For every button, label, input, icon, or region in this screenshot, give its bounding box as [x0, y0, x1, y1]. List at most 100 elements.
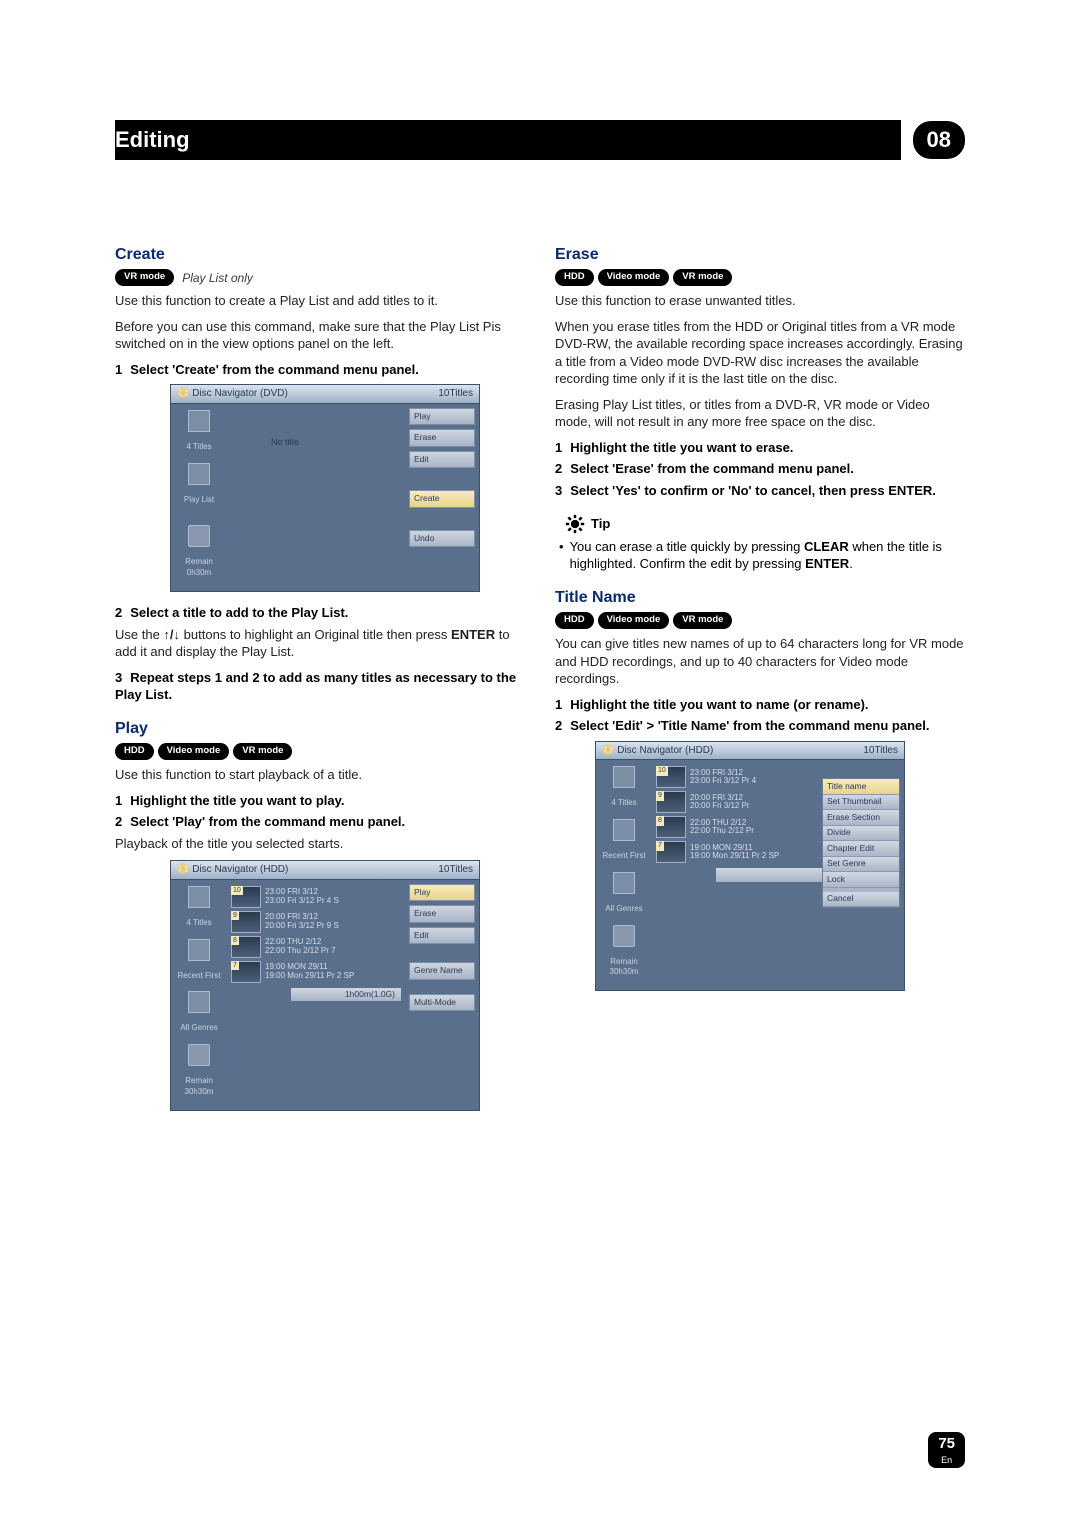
create-badges: VR mode Play List only: [115, 269, 525, 286]
disc-mode-icon: [188, 525, 210, 547]
cm-set-genre[interactable]: Set Genre: [823, 857, 899, 872]
tip-label: Tip: [591, 515, 610, 533]
list-item[interactable]: 920:00 FRI 3/1220:00 Fri 3/12 Pr 9 S: [231, 911, 405, 933]
badge-video-mode: Video mode: [598, 612, 670, 629]
create-p1: Use this function to create a Play List …: [115, 292, 525, 310]
section-play-title: Play: [115, 718, 525, 740]
erase-p3: Erasing Play List titles, or titles from…: [555, 396, 965, 431]
section-titlename-title: Title Name: [555, 587, 965, 609]
create-p2: Before you can use this command, make su…: [115, 318, 525, 353]
badge-vr-mode: VR mode: [233, 743, 292, 760]
sidebar-remain: Remain 0h30m: [185, 557, 213, 579]
osd-title-count: 10Titles: [438, 387, 473, 401]
section-create-title: Create: [115, 244, 525, 266]
genres-icon: [613, 872, 635, 894]
sort-icon: [613, 819, 635, 841]
osd-sidebar: 4 Titles Play List Remain 0h30m: [171, 404, 227, 585]
badge-video-mode: Video mode: [598, 269, 670, 286]
gear-icon: [565, 514, 585, 534]
create-step-2-body: Use the ↑/↓ buttons to highlight an Orig…: [115, 626, 525, 661]
titles-icon: [613, 766, 635, 788]
page-title: Editing: [115, 120, 901, 160]
sidebar-genres: All Genres: [180, 1023, 217, 1034]
sidebar-titles: 4 Titles: [186, 918, 211, 929]
menu-erase[interactable]: Erase: [409, 905, 475, 922]
menu-multi-mode[interactable]: Multi-Mode: [409, 994, 475, 1011]
menu-erase[interactable]: Erase: [409, 429, 475, 446]
sidebar-remain: Remain 30h30m: [610, 957, 639, 979]
cm-title-name[interactable]: Title name: [823, 779, 899, 794]
menu-edit[interactable]: Edit: [409, 927, 475, 944]
play-step-2: 2Select 'Play' from the command menu pan…: [115, 813, 525, 831]
cm-set-thumbnail[interactable]: Set Thumbnail: [823, 795, 899, 810]
erase-step-1: 1Highlight the title you want to erase.: [555, 439, 965, 457]
page-number: 75 En: [928, 1432, 965, 1468]
menu-play[interactable]: Play: [409, 408, 475, 425]
cm-divide[interactable]: Divide: [823, 826, 899, 841]
create-step-1: 1Select 'Create' from the command menu p…: [115, 361, 525, 379]
sidebar-titles: 4 Titles: [186, 442, 211, 453]
create-step-3: 3Repeat steps 1 and 2 to add as many tit…: [115, 669, 525, 704]
osd-sidebar: 4 Titles Recent First All Genres Remain …: [171, 880, 227, 1104]
badge-vr-mode: VR mode: [115, 269, 174, 286]
edit-context-menu: Title name Set Thumbnail Erase Section D…: [822, 778, 900, 908]
osd-sidebar: 4 Titles Recent First All Genres Remain …: [596, 760, 652, 984]
sidebar-genres: All Genres: [605, 904, 642, 915]
play-step-1: 1Highlight the title you want to play.: [115, 792, 525, 810]
list-item[interactable]: 719:00 MON 29/1119:00 Mon 29/11 Pr 2 SP: [231, 961, 405, 983]
osd-title-list: 1023:00 FRI 3/1223:00 Fri 3/12 Pr 4 920:…: [652, 760, 904, 984]
left-column: Create VR mode Play List only Use this f…: [115, 230, 525, 1123]
tip-bullet: • You can erase a title quickly by press…: [559, 538, 965, 573]
up-down-arrow-icon: ↑/↓: [163, 627, 180, 642]
menu-play[interactable]: Play: [409, 884, 475, 901]
titlename-step-2: 2Select 'Edit' > 'Title Name' from the c…: [555, 717, 965, 735]
chapter-number: 08: [913, 121, 965, 159]
play-p1: Use this function to start playback of a…: [115, 766, 525, 784]
menu-edit[interactable]: Edit: [409, 451, 475, 468]
osd-title-count: 10Titles: [863, 744, 898, 758]
osd-command-menu: Play Erase Edit Genre Name Multi-Mode: [409, 880, 479, 1104]
titles-icon: [188, 886, 210, 908]
osd-disc-navigator-hdd-edit: 📀 Disc Navigator (HDD) 10Titles 4 Titles…: [595, 741, 905, 991]
osd-disc-navigator-dvd: 📀 Disc Navigator (DVD) 10Titles 4 Titles…: [170, 384, 480, 592]
osd-title-label: 📀 Disc Navigator (DVD): [177, 387, 288, 401]
osd-title-list: 1023:00 FRI 3/1223:00 Fri 3/12 Pr 4 S 92…: [227, 880, 409, 1104]
osd-size-footer: 1h00m(1.0G): [291, 988, 401, 1001]
osd-title-label: 📀 Disc Navigator (HDD): [177, 863, 288, 877]
hdd-mode-icon: [188, 1044, 210, 1066]
genres-icon: [188, 991, 210, 1013]
badge-hdd: HDD: [555, 612, 594, 629]
cm-cancel[interactable]: Cancel: [823, 892, 899, 907]
menu-create[interactable]: Create: [409, 490, 475, 507]
list-item[interactable]: 1023:00 FRI 3/1223:00 Fri 3/12 Pr 4 S: [231, 886, 405, 908]
erase-step-3: 3Select 'Yes' to confirm or 'No' to canc…: [555, 482, 965, 500]
badge-hdd: HDD: [555, 269, 594, 286]
header-bar: Editing 08: [115, 120, 965, 160]
hdd-mode-icon: [613, 925, 635, 947]
osd-title-label: 📀 Disc Navigator (HDD): [602, 744, 713, 758]
sidebar-remain: Remain 30h30m: [185, 1076, 214, 1098]
playlist-icon: [188, 463, 210, 485]
menu-genre-name[interactable]: Genre Name: [409, 962, 475, 979]
titlename-badges: HDD Video mode VR mode: [555, 612, 965, 629]
right-column: Erase HDD Video mode VR mode Use this fu…: [555, 230, 965, 1123]
section-erase-title: Erase: [555, 244, 965, 266]
sidebar-recent: Recent First: [177, 971, 220, 982]
sidebar-titles: 4 Titles: [611, 798, 636, 809]
osd-command-menu: Play Erase Edit Create Undo: [409, 404, 479, 585]
sort-icon: [188, 939, 210, 961]
titlename-p1: You can give titles new names of up to 6…: [555, 635, 965, 688]
cm-chapter-edit[interactable]: Chapter Edit: [823, 841, 899, 856]
tip-header: Tip: [565, 514, 965, 534]
erase-p1: Use this function to erase unwanted titl…: [555, 292, 965, 310]
badge-note: Play List only: [182, 270, 253, 286]
list-item[interactable]: 822:00 THU 2/1222:00 Thu 2/12 Pr 7: [231, 936, 405, 958]
menu-undo[interactable]: Undo: [409, 530, 475, 547]
create-step-2: 2Select a title to add to the Play List.: [115, 604, 525, 622]
erase-p2: When you erase titles from the HDD or Or…: [555, 318, 965, 388]
sidebar-playlist: Play List: [184, 495, 214, 506]
cm-erase-section[interactable]: Erase Section: [823, 810, 899, 825]
cm-lock[interactable]: Lock: [823, 872, 899, 887]
osd-disc-navigator-hdd-play: 📀 Disc Navigator (HDD) 10Titles 4 Titles…: [170, 860, 480, 1110]
badge-vr-mode: VR mode: [673, 269, 732, 286]
